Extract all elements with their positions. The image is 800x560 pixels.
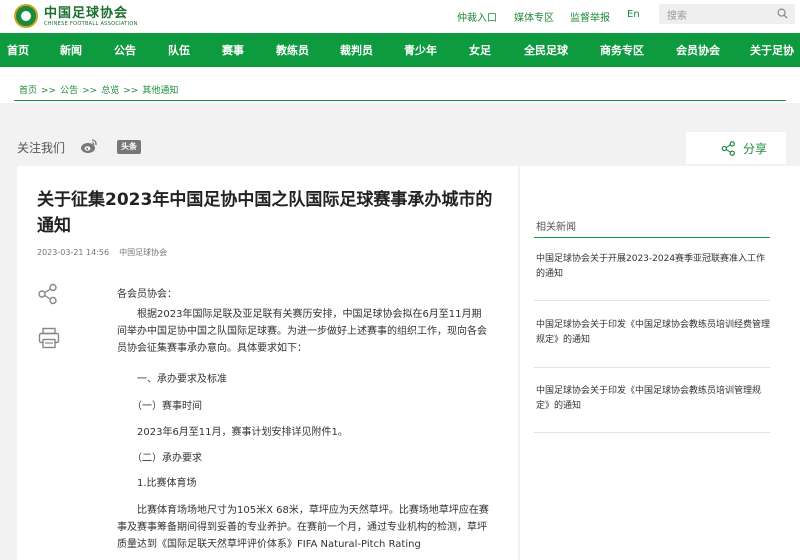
article-line: 根据2023年国际足联及亚足联有关赛历安排，中国足球协会拟在6月至11月期: [117, 309, 482, 320]
nav-about[interactable]: 关于足协: [750, 42, 794, 58]
breadcrumb-separator: >>: [82, 86, 98, 96]
search-box: [659, 4, 795, 27]
nav-member-associations[interactable]: 会员协会: [676, 42, 720, 58]
main-nav: 首页 新闻 公告 队伍 赛事 教练员 裁判员 青少年 女足 全民足球 商务专区 …: [0, 33, 800, 67]
related-news-panel: 相关新闻 中国足球协会关于开展2023-2024赛季亚冠联赛准入工作的通知 中国…: [520, 166, 800, 560]
media-link[interactable]: 媒体专区: [514, 9, 554, 24]
share-button[interactable]: 分享: [686, 132, 786, 164]
article-line: 员协会征集赛事承办意向。具体要求如下：: [117, 343, 307, 354]
nav-grassroots[interactable]: 全民足球: [524, 42, 568, 58]
nav-womens[interactable]: 女足: [469, 42, 491, 58]
cfa-logo[interactable]: 中国足球协会 CHINESE FOOTBALL ASSOCIATION: [14, 4, 138, 28]
article-line: 间举办中国足协中国之队国际足球赛。为进一步做好上述赛事的组织工作，现向各会: [117, 326, 487, 337]
breadcrumb-notices[interactable]: 公告: [60, 86, 78, 96]
article-meta: 2023-03-21 14:56 中国足球协会: [37, 247, 167, 258]
related-news-item[interactable]: 中国足球协会关于开展2023-2024赛季亚冠联赛准入工作的通知: [536, 252, 772, 282]
logo-english-text: CHINESE FOOTBALL ASSOCIATION: [44, 20, 138, 27]
nav-news[interactable]: 新闻: [60, 42, 82, 58]
nav-home[interactable]: 首页: [7, 42, 29, 58]
article-source: 中国足球协会: [119, 248, 168, 257]
article-panel: 关于征集2023年中国足协中国之队国际足球赛事承办城市的通知 2023-03-2…: [17, 166, 518, 560]
toutiao-icon[interactable]: 头条: [117, 140, 141, 154]
related-news-title: 相关新闻: [536, 222, 576, 233]
related-item-divider: [534, 432, 770, 433]
nav-business[interactable]: 商务专区: [600, 42, 644, 58]
share-icon: [721, 141, 735, 156]
search-input[interactable]: [659, 6, 769, 27]
search-icon[interactable]: [777, 8, 788, 19]
breadcrumb-overview[interactable]: 总览: [101, 86, 119, 96]
english-link[interactable]: En: [627, 9, 640, 20]
breadcrumb-home[interactable]: 首页: [19, 86, 37, 96]
related-news-item[interactable]: 中国足球协会关于印发《中国足球协会教练员培训经费管理规定》的通知: [536, 318, 772, 348]
related-item-divider: [534, 367, 770, 368]
article-line: 事及赛事筹备期间得到妥善的专业养护。在赛前一个月，通过专业机构的检测，草坪: [117, 522, 487, 533]
article-line: 一、承办要求及标准: [117, 374, 227, 385]
follow-us-label: 关注我们: [17, 141, 66, 155]
nav-teams[interactable]: 队伍: [168, 42, 190, 58]
nav-events[interactable]: 赛事: [222, 42, 244, 58]
nav-notices[interactable]: 公告: [114, 42, 136, 58]
arbitration-link[interactable]: 仲裁入口: [457, 9, 497, 24]
article-line: 2023年6月至11月，赛事计划安排详见附件1。: [117, 427, 348, 438]
article-line: 质量达到《国际足联天然草坪评价体系》FIFA Natural-Pitch Rat…: [117, 539, 421, 550]
breadcrumb: 首页 >> 公告 >> 总览 >> 其他通知: [19, 83, 178, 96]
share-label: 分享: [743, 142, 768, 156]
related-item-divider: [534, 300, 770, 301]
article-title: 关于征集2023年中国足协中国之队国际足球赛事承办城市的通知: [37, 190, 493, 236]
article-share-icon[interactable]: [37, 283, 59, 305]
article-line: （一）赛事时间: [117, 401, 202, 412]
article-line: （二）承办要求: [117, 453, 202, 464]
related-news-item[interactable]: 中国足球协会关于印发《中国足球协会教练员培训管理规定》的通知: [536, 384, 772, 414]
breadcrumb-bar: 首页 >> 公告 >> 总览 >> 其他通知: [0, 67, 800, 103]
print-icon[interactable]: [38, 327, 60, 349]
top-header: 中国足球协会 CHINESE FOOTBALL ASSOCIATION 仲裁入口…: [0, 0, 800, 33]
nav-coaches[interactable]: 教练员: [276, 42, 309, 58]
article-line: 比赛体育场场地尺寸为105米X 68米，草坪应为天然草坪。比赛场地草坪应在赛: [117, 505, 489, 516]
breadcrumb-other-notices[interactable]: 其他通知: [142, 86, 178, 96]
article-greeting: 各会员协会：: [117, 289, 177, 300]
nav-referees[interactable]: 裁判员: [340, 42, 373, 58]
breadcrumb-divider: [14, 100, 786, 101]
weibo-icon[interactable]: [80, 138, 98, 154]
report-link[interactable]: 监督举报: [570, 9, 610, 24]
nav-youth[interactable]: 青少年: [404, 42, 437, 58]
related-news-divider: [534, 237, 770, 238]
article-date: 2023-03-21 14:56: [37, 248, 110, 257]
breadcrumb-separator: >>: [41, 86, 57, 96]
breadcrumb-separator: >>: [123, 86, 139, 96]
article-line: 1.比赛体育场: [117, 478, 197, 489]
cfa-emblem-icon: [14, 4, 38, 28]
logo-chinese-text: 中国足球协会: [44, 5, 129, 21]
